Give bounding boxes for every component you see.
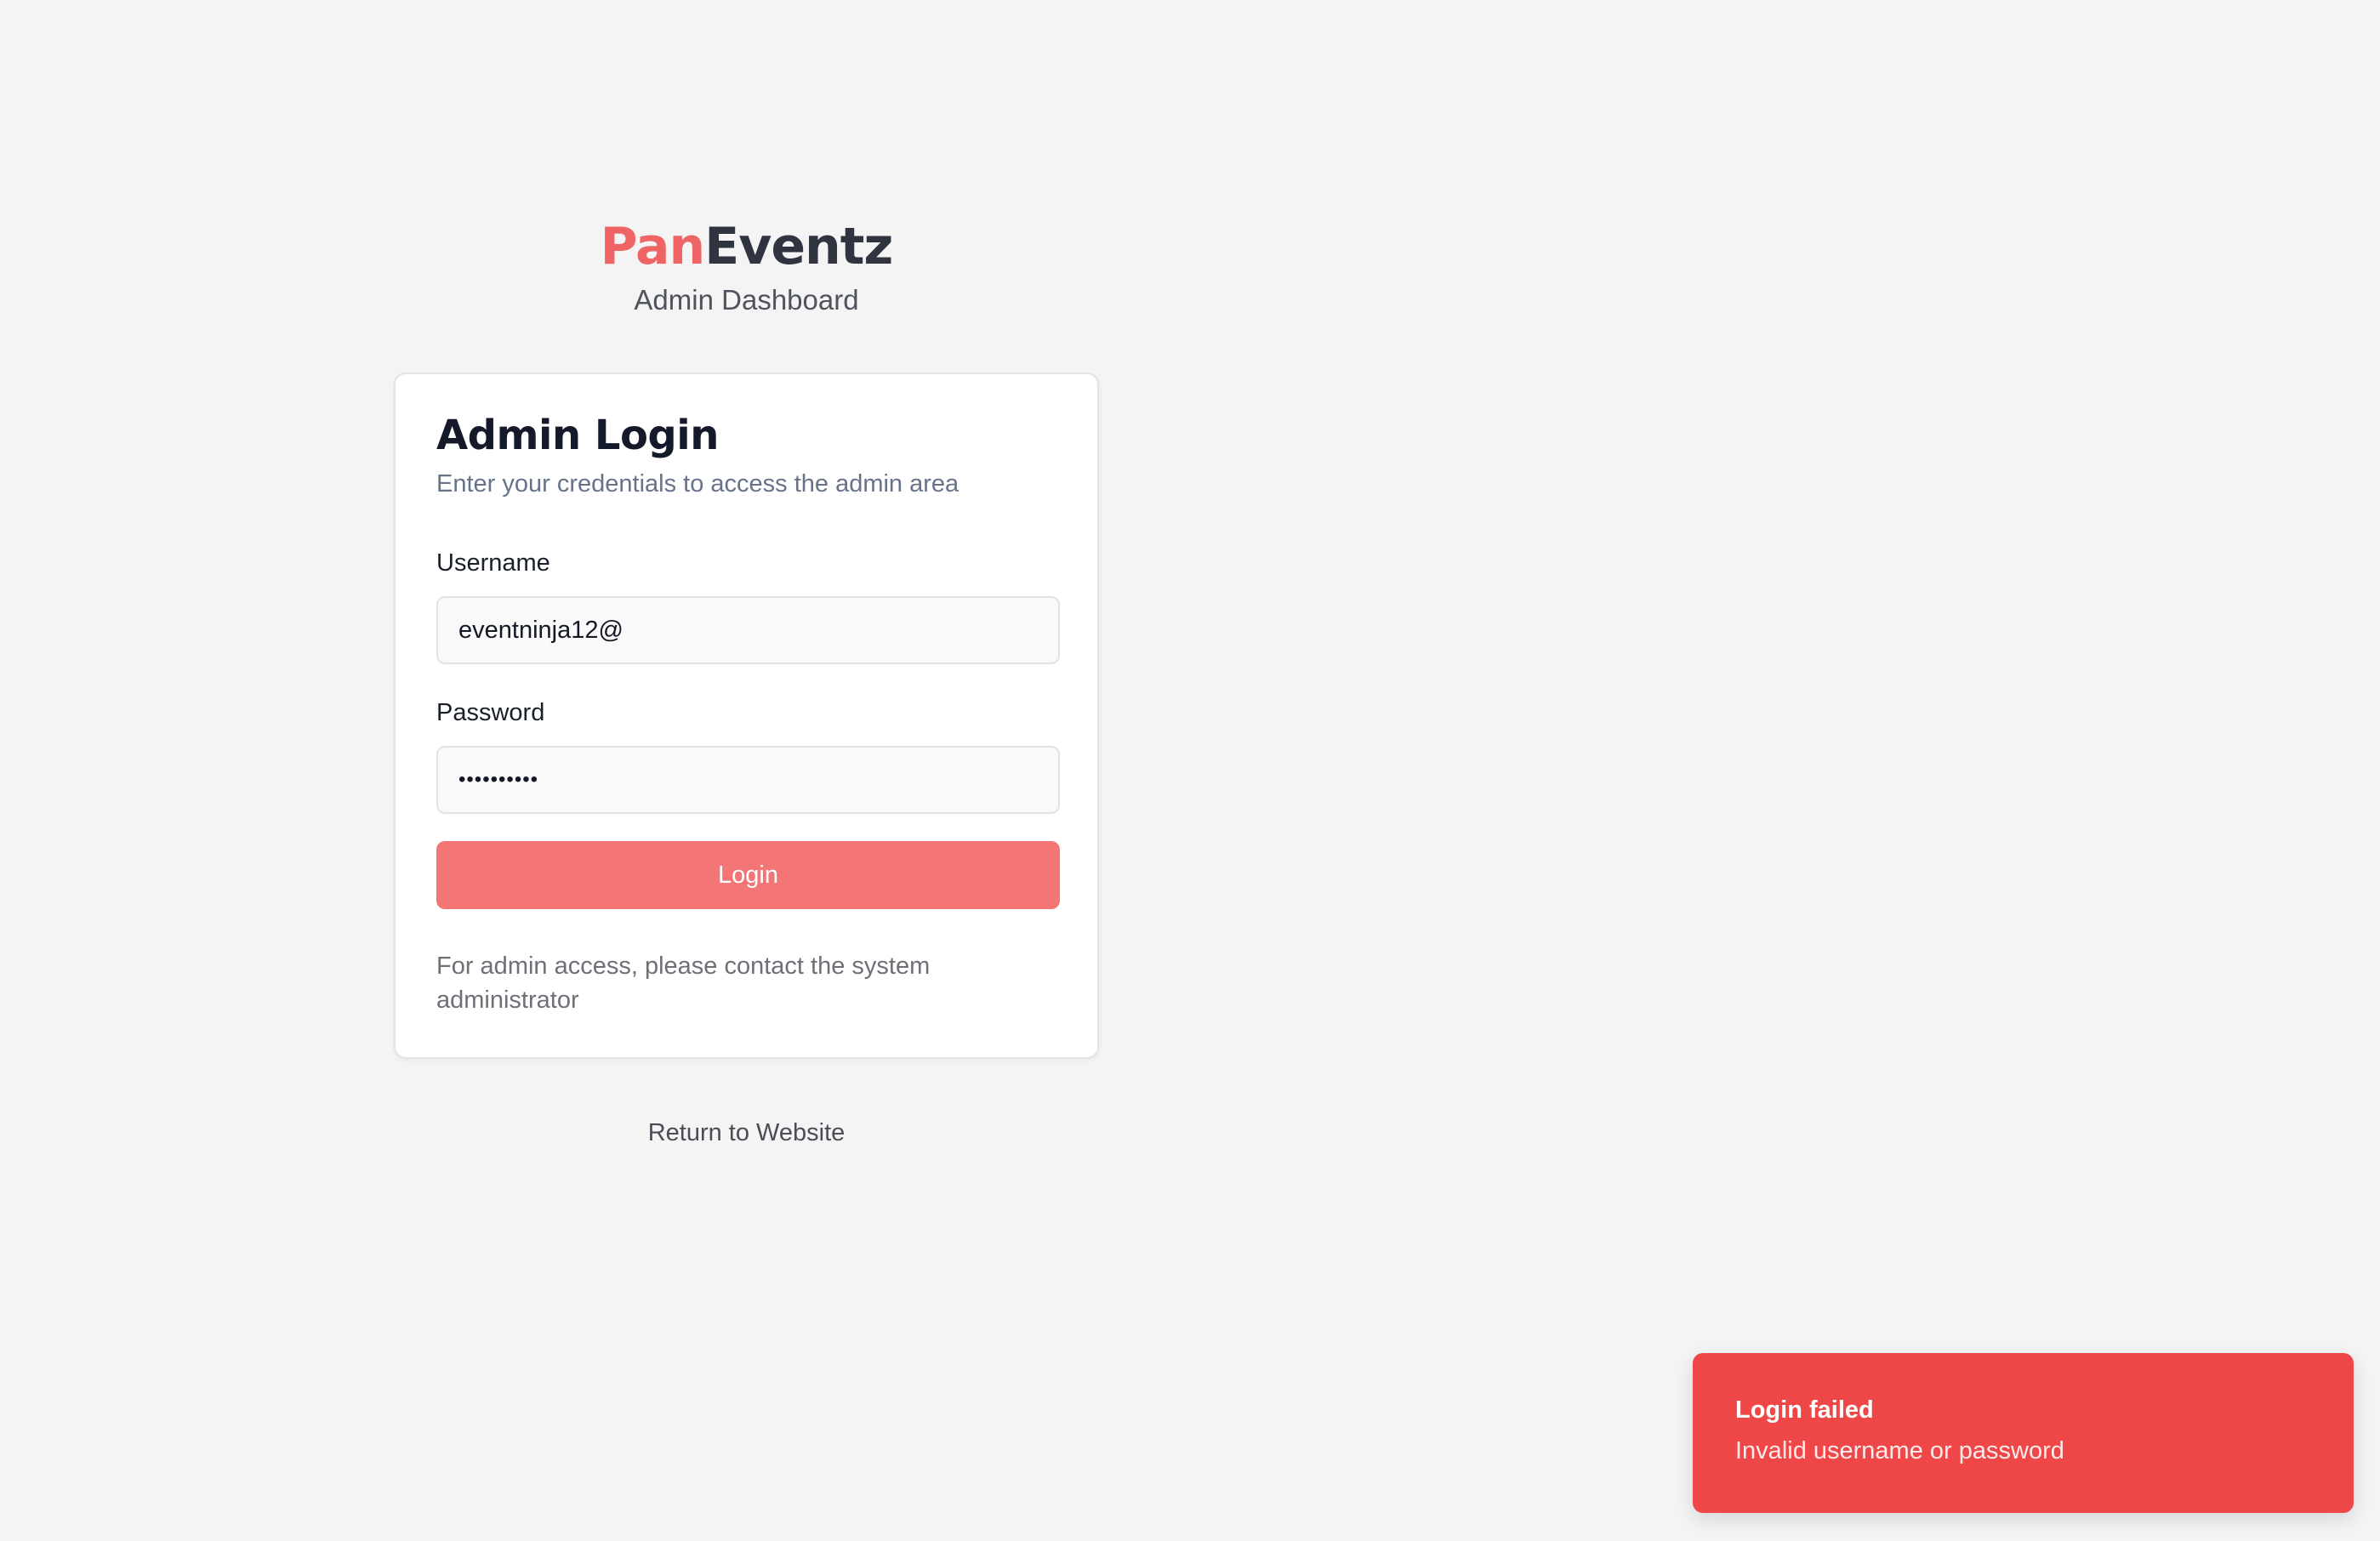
toast-message: Invalid username or password	[1735, 1437, 2064, 1464]
return-to-website-link[interactable]: Return to Website	[394, 1116, 1099, 1150]
login-title: Admin Login	[436, 412, 719, 459]
login-card: Admin Login Enter your credentials to ac…	[394, 372, 1099, 1059]
brand-logo: PanEventz	[394, 213, 1099, 281]
password-label: Password	[436, 699, 545, 726]
login-button[interactable]: Login	[436, 841, 1060, 909]
password-input[interactable]	[436, 746, 1060, 814]
admin-access-note: For admin access, please contact the sys…	[436, 952, 931, 1014]
toast-title: Login failed	[1735, 1396, 1874, 1424]
username-label: Username	[436, 549, 550, 577]
brand-header: PanEventz Admin Dashboard	[394, 213, 1099, 318]
error-toast: Login failed Invalid username or passwor…	[1693, 1353, 2354, 1513]
brand-name-pan: Pan	[600, 217, 706, 276]
login-description: Enter your credentials to access the adm…	[436, 470, 959, 498]
username-input[interactable]	[436, 596, 1060, 664]
brand-name-eventz: Eventz	[704, 217, 893, 276]
brand-subtitle: Admin Dashboard	[634, 284, 859, 316]
